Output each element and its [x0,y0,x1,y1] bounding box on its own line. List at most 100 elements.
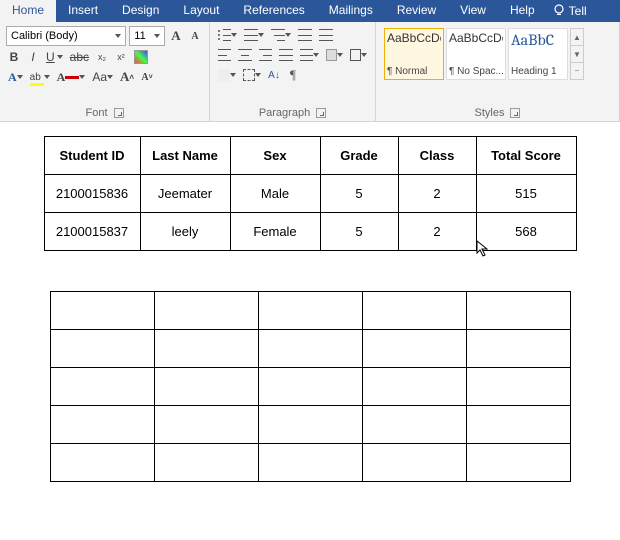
text-effects-button[interactable] [132,48,150,66]
table-cell[interactable]: 2100015837 [44,213,140,251]
style-heading1[interactable]: AaBbC Heading 1 [508,28,568,80]
table-cell[interactable] [258,330,362,368]
table-cell[interactable] [362,444,466,482]
strike-button[interactable]: abc [68,48,91,66]
tab-layout[interactable]: Layout [171,0,231,22]
th-student-id[interactable]: Student ID [44,137,140,175]
table-cell[interactable] [362,292,466,330]
font-color-button[interactable]: A [6,68,25,86]
paragraph-dialog-launcher[interactable] [316,108,326,118]
tab-help[interactable]: Help [498,0,547,22]
table-cell[interactable] [50,444,154,482]
border2-button[interactable] [241,66,263,84]
multilevel-button[interactable] [269,26,293,44]
tab-mailings[interactable]: Mailings [317,0,385,22]
show-marks-button[interactable]: ¶ [285,66,301,84]
line-spacing-button[interactable] [298,46,321,64]
numbering-button[interactable] [242,26,266,44]
table-cell[interactable] [154,406,258,444]
table-cell[interactable] [50,330,154,368]
shading-button[interactable] [324,46,345,64]
styles-expand[interactable]: ⎯ [571,63,583,79]
styles-scroll-down[interactable]: ▼ [571,46,583,63]
align-right-button[interactable] [257,46,274,64]
styles-dialog-launcher[interactable] [510,108,520,118]
table-cell[interactable]: Jeemater [140,175,230,213]
font-color2-button[interactable]: A [55,68,88,86]
table-cell[interactable] [50,292,154,330]
document-canvas[interactable]: Student ID Last Name Sex Grade Class Tot… [0,122,620,540]
table-cell[interactable] [258,406,362,444]
table-cell[interactable]: 5 [320,175,398,213]
tab-insert[interactable]: Insert [56,0,110,22]
bold-button[interactable]: B [6,48,22,66]
th-last-name[interactable]: Last Name [140,137,230,175]
underline-button[interactable]: U [44,48,65,66]
change-case-button[interactable]: Aa [90,68,115,86]
sort-button[interactable]: A↓ [266,66,282,84]
shading2-button[interactable] [216,66,238,84]
italic-button[interactable]: I [25,48,41,66]
clear-format2-button[interactable]: A˅ [139,68,155,86]
clear-format-button[interactable]: A˄ [118,68,136,86]
table-cell[interactable] [154,368,258,406]
table-cell[interactable]: 2 [398,175,476,213]
align-justify-button[interactable] [277,46,294,64]
bullets-button[interactable] [216,26,239,44]
table-cell[interactable] [258,292,362,330]
table-cell[interactable]: 2 [398,213,476,251]
table-cell[interactable]: leely [140,213,230,251]
table-cell[interactable] [362,406,466,444]
borders-button[interactable] [348,46,369,64]
table-cell[interactable] [50,406,154,444]
indent-dec-button[interactable] [296,26,314,44]
table-cell[interactable] [50,368,154,406]
table-cell[interactable] [466,406,570,444]
style-nospacing[interactable]: AaBbCcDc ¶ No Spac... [446,28,506,80]
th-total-score[interactable]: Total Score [476,137,576,175]
table-cell[interactable]: 5 [320,213,398,251]
tell-me[interactable]: Tell [547,0,593,22]
table-cell[interactable] [466,444,570,482]
th-class[interactable]: Class [398,137,476,175]
style-name-label: ¶ Normal [387,66,441,77]
font-dialog-launcher[interactable] [114,108,124,118]
table-cell[interactable] [154,444,258,482]
superscript-button[interactable]: x² [113,48,129,66]
tab-references[interactable]: References [231,0,316,22]
highlight-button[interactable]: ab [28,68,52,86]
table-cell[interactable] [258,368,362,406]
table-cell[interactable]: 515 [476,175,576,213]
table-cell[interactable]: 2100015836 [44,175,140,213]
table-cell[interactable] [154,330,258,368]
style-normal[interactable]: AaBbCcDc ¶ Normal [384,28,444,80]
table-cell[interactable]: Female [230,213,320,251]
table-cell[interactable] [466,330,570,368]
students-table[interactable]: Student ID Last Name Sex Grade Class Tot… [44,136,577,251]
table-cell[interactable] [258,444,362,482]
table-cell[interactable] [466,368,570,406]
tab-design[interactable]: Design [110,0,171,22]
indent-inc-button[interactable] [317,26,335,44]
table-cell[interactable] [466,292,570,330]
th-sex[interactable]: Sex [230,137,320,175]
table-cell[interactable]: 568 [476,213,576,251]
table-cell[interactable] [154,292,258,330]
font-size-select[interactable]: 11 [129,26,165,46]
subscript-button[interactable]: x₂ [94,48,110,66]
align-left-icon [218,49,231,61]
table-cell[interactable] [362,330,466,368]
align-center-button[interactable] [236,46,253,64]
empty-table[interactable] [50,291,571,482]
tab-view[interactable]: View [448,0,498,22]
font-family-select[interactable]: Calibri (Body) [6,26,126,46]
shrink-font-button[interactable]: A [187,27,203,45]
table-cell[interactable] [362,368,466,406]
th-grade[interactable]: Grade [320,137,398,175]
table-cell[interactable]: Male [230,175,320,213]
tab-review[interactable]: Review [385,0,448,22]
grow-font-button[interactable]: A [168,27,184,45]
align-left-button[interactable] [216,46,233,64]
tab-home[interactable]: Home [0,0,56,22]
styles-scroll-up[interactable]: ▲ [571,29,583,46]
